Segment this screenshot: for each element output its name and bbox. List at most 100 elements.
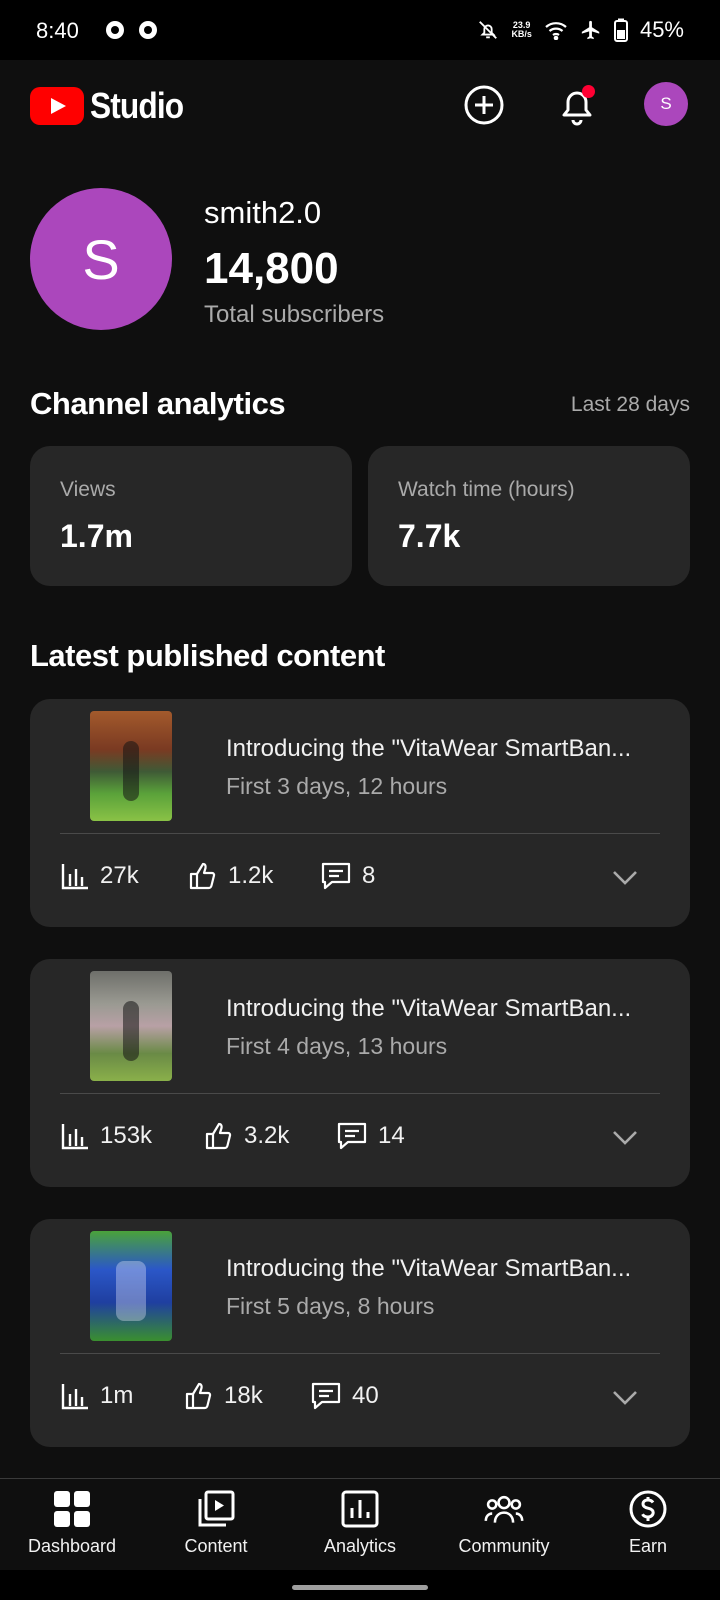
likes-metric: 1.2k: [188, 859, 273, 893]
video-title[interactable]: Introducing the "VitaWear SmartBan...: [226, 995, 656, 1023]
youtube-logo-icon: [30, 87, 84, 125]
airplane-icon: [580, 19, 602, 41]
comments-metric: 14: [336, 1119, 405, 1153]
watch-time-card[interactable]: Watch time (hours) 7.7k: [368, 446, 690, 586]
likes-value: 1.2k: [228, 862, 274, 889]
status-bar: 8:40 23.9 KB/s 45%: [0, 0, 720, 60]
stat-value: 7.7k: [398, 518, 461, 554]
chrome-icon: [139, 21, 157, 39]
earn-icon: [628, 1489, 668, 1529]
battery-percent: 45%: [639, 17, 684, 42]
bottom-nav: Dashboard Content Analytics Community Ea…: [0, 1478, 720, 1571]
divider: [60, 833, 660, 834]
thumbnail-figure: [116, 1261, 146, 1321]
likes-metric: 18k: [184, 1379, 263, 1413]
bar-chart-icon: [61, 1384, 88, 1410]
nav-item-community[interactable]: Community: [432, 1479, 576, 1571]
video-thumbnail[interactable]: [90, 971, 172, 1081]
content-card[interactable]: Introducing the "VitaWear SmartBan... Fi…: [30, 959, 690, 1187]
comments-value: 40: [352, 1382, 379, 1409]
nav-label: Analytics: [323, 1536, 397, 1556]
comments-metric: 40: [310, 1379, 379, 1413]
comment-icon: [337, 1122, 367, 1150]
channel-avatar: S: [30, 188, 172, 330]
stat-label: Watch time (hours): [398, 478, 575, 501]
chevron-down-icon: [613, 871, 637, 885]
views-value: 27k: [100, 862, 139, 889]
analytics-title: Channel analytics: [30, 386, 286, 421]
views-value: 153k: [100, 1122, 153, 1149]
nav-item-analytics[interactable]: Analytics: [288, 1479, 432, 1571]
views-value: 1m: [100, 1382, 134, 1409]
comments-value: 8: [362, 862, 376, 889]
thumbs-up-icon: [185, 1382, 212, 1410]
video-period: First 5 days, 8 hours: [226, 1293, 435, 1319]
latest-content-title: Latest published content: [30, 638, 385, 673]
video-period: First 3 days, 12 hours: [226, 773, 448, 799]
notifications-button[interactable]: [553, 81, 601, 129]
bell-off-icon: [477, 19, 499, 41]
net-speed: 23.9 KB/s: [511, 21, 532, 39]
expand-button[interactable]: [610, 862, 640, 892]
likes-value: 3.2k: [244, 1122, 290, 1149]
channel-name: smith2.0: [204, 195, 322, 230]
likes-value: 18k: [224, 1382, 263, 1409]
net-speed-unit: KB/s: [511, 29, 532, 39]
video-title[interactable]: Introducing the "VitaWear SmartBan...: [226, 735, 656, 763]
likes-metric: 3.2k: [204, 1119, 289, 1153]
thumbs-up-icon: [205, 1122, 232, 1150]
notification-dot: [582, 85, 595, 98]
chevron-down-icon: [613, 1131, 637, 1145]
subscriber-label: Total subscribers: [204, 301, 385, 328]
nav-item-dashboard[interactable]: Dashboard: [0, 1479, 144, 1571]
stat-value: 1.7m: [60, 518, 133, 554]
logo-text: Studio: [90, 85, 184, 126]
analytics-range: Last 28 days: [570, 393, 690, 416]
chevron-down-icon: [613, 1391, 637, 1405]
views-metric: 27k: [60, 859, 139, 893]
subscriber-count: 14,800: [204, 244, 339, 293]
comments-metric: 8: [320, 859, 375, 893]
comment-icon: [311, 1382, 341, 1410]
stat-label: Views: [60, 478, 116, 501]
thumbnail-figure: [123, 1001, 139, 1061]
nav-label: Dashboard: [27, 1536, 117, 1556]
bar-chart-icon: [61, 1124, 88, 1150]
create-button[interactable]: [460, 81, 508, 129]
account-avatar-button[interactable]: S: [644, 82, 688, 126]
studio-logo[interactable]: Studio: [30, 85, 196, 127]
comments-value: 14: [378, 1122, 405, 1149]
status-time: 8:40: [36, 18, 79, 43]
dashboard-icon: [52, 1489, 92, 1529]
views-metric: 1m: [60, 1379, 133, 1413]
chrome-icon: [106, 21, 124, 39]
analytics-icon: [340, 1489, 380, 1529]
nav-label: Content: [184, 1536, 248, 1556]
video-title[interactable]: Introducing the "VitaWear SmartBan...: [226, 1255, 656, 1283]
views-card[interactable]: Views 1.7m: [30, 446, 352, 586]
wifi-icon: [544, 20, 568, 40]
nav-label: Earn: [628, 1536, 668, 1556]
content-card[interactable]: Introducing the "VitaWear SmartBan... Fi…: [30, 699, 690, 927]
content-icon: [196, 1489, 236, 1529]
expand-button[interactable]: [610, 1382, 640, 1412]
battery-icon: [613, 18, 628, 42]
video-thumbnail[interactable]: [90, 711, 172, 821]
divider: [60, 1353, 660, 1354]
expand-button[interactable]: [610, 1122, 640, 1152]
comment-icon: [321, 862, 351, 890]
divider: [60, 1093, 660, 1094]
community-icon: [484, 1489, 524, 1529]
video-period: First 4 days, 13 hours: [226, 1033, 448, 1059]
thumbs-up-icon: [189, 862, 216, 890]
video-thumbnail[interactable]: [90, 1231, 172, 1341]
nav-item-content[interactable]: Content: [144, 1479, 288, 1571]
app-header: Studio: [0, 60, 720, 150]
thumbnail-figure: [123, 741, 139, 801]
nav-label: Community: [458, 1536, 550, 1556]
bar-chart-icon: [61, 864, 88, 890]
content-card[interactable]: Introducing the "VitaWear SmartBan... Fi…: [30, 1219, 690, 1447]
home-indicator[interactable]: [292, 1585, 428, 1590]
plus-circle-icon: [464, 85, 504, 125]
nav-item-earn[interactable]: Earn: [576, 1479, 720, 1571]
